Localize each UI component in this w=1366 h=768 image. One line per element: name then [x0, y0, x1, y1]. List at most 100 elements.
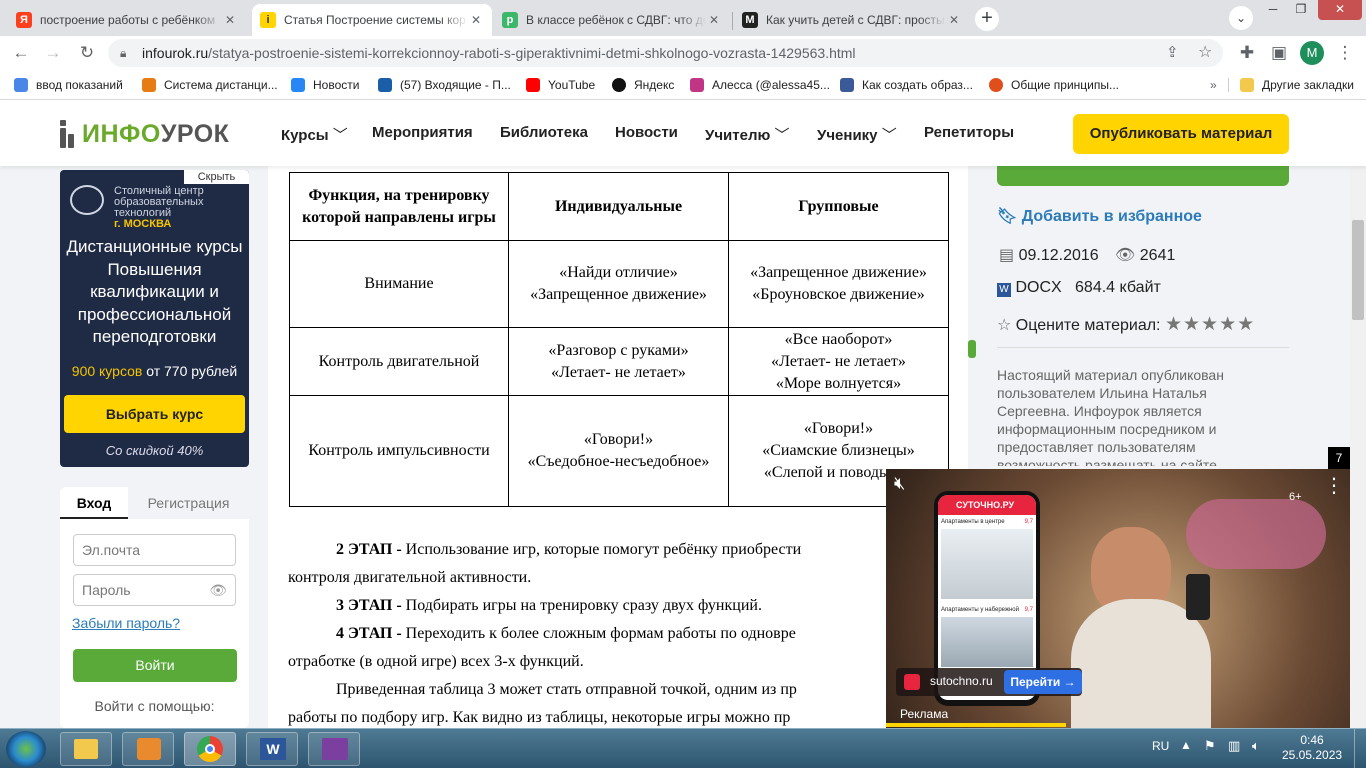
- app-taskbar-icon[interactable]: [308, 732, 360, 766]
- star-icon[interactable]: ★: [1237, 314, 1255, 335]
- bookmark-item[interactable]: Новости: [291, 76, 359, 94]
- ad-cta-bar[interactable]: sutochno.ru Перейти →: [896, 668, 1082, 696]
- browser-tab[interactable]: Я построение работы с ребёнком ✕: [8, 4, 246, 36]
- extensions-icon[interactable]: ✚: [1236, 42, 1258, 64]
- video-menu-icon[interactable]: ⋮: [1324, 473, 1344, 498]
- hide-ad-link[interactable]: Скрыть: [184, 170, 249, 184]
- volume-icon[interactable]: 🔈︎: [1252, 738, 1260, 754]
- eye-icon[interactable]: 👁︎: [209, 575, 227, 605]
- close-tab-icon[interactable]: ✕: [706, 13, 722, 27]
- bookmark-icon: [840, 78, 854, 92]
- new-tab-button[interactable]: +: [975, 7, 999, 31]
- bookmark-item[interactable]: Как создать образ...: [840, 76, 973, 94]
- bookmark-star-icon[interactable]: ☆: [1198, 39, 1212, 67]
- network-icon[interactable]: ▥: [1228, 738, 1240, 754]
- reload-icon[interactable]: ↻: [76, 42, 98, 64]
- rating-stars[interactable]: ★★★★★: [1165, 314, 1255, 335]
- close-tab-icon[interactable]: ✕: [946, 13, 962, 27]
- bookmark-item[interactable]: Система дистанци...: [142, 76, 278, 94]
- clock[interactable]: 0:46 25.05.2023: [1282, 733, 1342, 763]
- windows-taskbar: W RU ▲ ⚑ ▥ 🔈︎ 0:46 25.05.2023: [0, 728, 1366, 768]
- tab-login[interactable]: Вход: [60, 487, 128, 519]
- nav-teacher[interactable]: Учителю ﹀: [705, 124, 789, 145]
- chrome-taskbar-icon[interactable]: [184, 732, 236, 766]
- table-cell: «Разговор с руками» «Летает- не летает»: [508, 327, 729, 396]
- choose-course-button[interactable]: Выбрать курс: [64, 395, 245, 433]
- close-tab-icon[interactable]: ✕: [222, 13, 238, 27]
- star-icon[interactable]: ★: [1201, 314, 1219, 335]
- tab-register[interactable]: Регистрация: [128, 487, 249, 519]
- forward-arrow-icon[interactable]: →: [42, 42, 64, 64]
- site-logo[interactable]: ИНФО УРОК: [60, 120, 229, 148]
- word-taskbar-icon[interactable]: W: [246, 732, 298, 766]
- tab-search-icon[interactable]: ⌄: [1229, 6, 1253, 30]
- browser-tab-active[interactable]: i Статья Построение системы кор ✕: [252, 4, 492, 36]
- publisher-notice: Настоящий материал опубликован пользоват…: [997, 367, 1224, 466]
- email-field[interactable]: Эл.почта: [73, 534, 236, 566]
- lock-icon[interactable]: 🔒︎: [120, 39, 126, 67]
- table-header-row: Функция, на тренировку которой направлен…: [289, 172, 949, 241]
- bookmark-item[interactable]: YouTube: [526, 76, 595, 94]
- password-field[interactable]: Пароль 👁︎: [73, 574, 236, 606]
- close-tab-icon[interactable]: ✕: [468, 13, 484, 27]
- flag-icon[interactable]: ⚑: [1204, 738, 1216, 754]
- share-icon[interactable]: ⇪: [1166, 39, 1179, 67]
- bookmarks-bar: ввод показаний Система дистанци... Новос…: [0, 70, 1366, 100]
- back-arrow-icon[interactable]: ←: [10, 42, 32, 64]
- bookmark-label: Как создать образ...: [862, 78, 973, 92]
- address-bar[interactable]: 🔒︎ infourok.ru/statya-postroenie-sistemi…: [108, 39, 1223, 67]
- menu-dots-icon[interactable]: ⋮: [1334, 42, 1356, 64]
- bookmark-item[interactable]: (57) Входящие - П...: [378, 76, 511, 94]
- star-icon[interactable]: ★: [1183, 314, 1201, 335]
- nav-tutors[interactable]: Репетиторы: [924, 124, 1014, 141]
- nav-events[interactable]: Мероприятия: [372, 124, 473, 141]
- explorer-taskbar-icon[interactable]: [60, 732, 112, 766]
- side-panel-icon[interactable]: ▣: [1268, 42, 1290, 64]
- rating-block[interactable]: ☆ Оцените материал: ★★★★★: [997, 313, 1255, 336]
- forgot-password-link[interactable]: Забыли пароль?: [72, 615, 180, 631]
- bookmark-item[interactable]: Яндекс: [612, 76, 674, 94]
- star-icon[interactable]: ★: [1165, 314, 1183, 335]
- video-ad-player[interactable]: СУТОЧНО.РУ Апартаменты в центре 9,7 Апарт…: [886, 469, 1350, 728]
- bookmark-icon: [989, 78, 1003, 92]
- language-indicator[interactable]: RU: [1152, 739, 1169, 753]
- bookmark-item[interactable]: ввод показаний: [14, 76, 123, 94]
- minimize-button[interactable]: ─: [1260, 0, 1286, 20]
- scrollbar-thumb[interactable]: [1352, 220, 1364, 320]
- close-window-button[interactable]: ✕: [1318, 0, 1362, 20]
- go-button[interactable]: Перейти →: [1004, 670, 1082, 694]
- bookmark-item[interactable]: Общие принципы...: [989, 76, 1119, 94]
- download-button[interactable]: [997, 166, 1289, 186]
- maximize-button[interactable]: ❐: [1288, 0, 1314, 20]
- more-bookmarks-icon[interactable]: »: [1210, 76, 1217, 94]
- article-body: Функция, на тренировку которой направлен…: [268, 166, 968, 728]
- browser-tab[interactable]: M Как учить детей с СДВГ: просты ✕: [734, 4, 970, 36]
- paragraph-line: контроля двигательной активности.: [288, 569, 532, 586]
- held-phone: [1186, 574, 1210, 620]
- nav-student[interactable]: Ученику ﹀: [817, 124, 897, 145]
- course-ad-banner[interactable]: Скрыть Столичный центр образовательных тех…: [60, 170, 249, 467]
- table-row: Контроль двигательной «Разговор с руками…: [289, 327, 949, 396]
- ad-progress-bar: [886, 723, 1066, 727]
- page-scrollbar[interactable]: [1350, 100, 1366, 728]
- bookmark-item[interactable]: Алесса (@alessa45...: [690, 76, 830, 94]
- login-submit-button[interactable]: Войти: [73, 649, 237, 682]
- star-icon[interactable]: ★: [1219, 314, 1237, 335]
- show-desktop-button[interactable]: [1354, 729, 1366, 768]
- tray-expand-icon[interactable]: ▲: [1180, 738, 1192, 752]
- other-bookmarks[interactable]: Другие закладки: [1240, 76, 1354, 94]
- nav-library[interactable]: Библиотека: [500, 124, 588, 141]
- add-favorite-link[interactable]: 🔖︎ Добавить в избранное: [997, 206, 1202, 226]
- profile-avatar[interactable]: М: [1300, 41, 1324, 65]
- chevron-down-icon: ﹀: [774, 127, 790, 144]
- media-player-taskbar-icon[interactable]: [122, 732, 174, 766]
- login-panel: Вход Регистрация Эл.почта Пароль 👁︎ Забыл…: [60, 487, 249, 728]
- tab-title: В классе ребёнок с СДВГ: что де: [526, 13, 706, 27]
- muted-speaker-icon[interactable]: 🔇︎: [894, 473, 905, 494]
- publish-material-button[interactable]: Опубликовать материал: [1073, 114, 1289, 154]
- nav-news[interactable]: Новости: [615, 124, 678, 141]
- start-button[interactable]: [6, 731, 46, 767]
- browser-tab[interactable]: p В классе ребёнок с СДВГ: что де ✕: [494, 4, 730, 36]
- nav-courses[interactable]: Курсы ﹀: [281, 124, 348, 145]
- tab-title: Статья Построение системы кор: [284, 13, 466, 27]
